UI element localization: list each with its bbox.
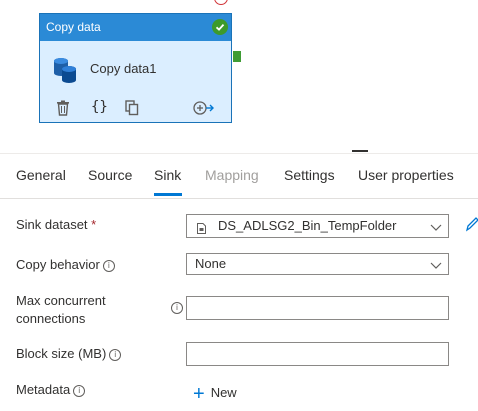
block-size-input[interactable] <box>186 342 449 366</box>
sink-dataset-select[interactable]: DS_ADLSG2_Bin_TempFolder <box>186 214 449 238</box>
copy-behavior-select[interactable]: None <box>186 253 449 275</box>
code-braces-icon[interactable]: {} <box>91 99 108 115</box>
edit-pencil-icon[interactable] <box>465 216 478 237</box>
connection-handle[interactable] <box>214 0 228 5</box>
copy-behavior-value: None <box>195 256 227 271</box>
tab-general[interactable]: General <box>16 167 66 183</box>
copy-icon[interactable] <box>125 100 139 121</box>
tab-user-properties[interactable]: User properties <box>358 167 454 183</box>
chevron-down-icon <box>430 219 442 239</box>
panel-resize-handle[interactable] <box>352 150 368 152</box>
properties-tabs: General Source Sink Mapping Settings Use… <box>0 153 478 199</box>
checkmark-circle-icon <box>212 19 228 35</box>
block-size-label: Block size (MB) i <box>16 346 122 361</box>
copy-activity-card[interactable]: Copy data Copy data1 {} <box>39 13 232 123</box>
chevron-down-icon <box>430 257 442 277</box>
file-icon <box>197 220 206 240</box>
tab-mapping[interactable]: Mapping <box>205 167 259 183</box>
sink-dataset-label: Sink dataset * <box>16 217 97 232</box>
info-icon[interactable]: i <box>109 349 122 361</box>
activity-type-label: Copy data <box>46 20 101 34</box>
pipeline-canvas[interactable]: Copy data Copy data1 {} <box>0 0 478 150</box>
copy-data-icon <box>52 56 80 89</box>
add-output-icon[interactable] <box>193 100 215 121</box>
info-icon[interactable]: i <box>171 302 183 314</box>
required-marker: * <box>91 217 97 232</box>
tab-sink[interactable]: Sink <box>154 167 181 183</box>
info-icon[interactable]: i <box>73 385 86 397</box>
active-tab-indicator <box>154 193 182 196</box>
info-icon[interactable]: i <box>102 260 115 272</box>
activity-header: Copy data <box>40 14 231 41</box>
max-concurrent-input[interactable] <box>186 296 449 320</box>
plus-icon: + <box>193 383 205 405</box>
sink-dataset-value: DS_ADLSG2_Bin_TempFolder <box>218 218 397 233</box>
tab-settings[interactable]: Settings <box>284 167 335 183</box>
success-output-port[interactable] <box>233 51 241 62</box>
max-concurrent-label: Max concurrent connections <box>16 293 106 326</box>
delete-icon[interactable] <box>56 100 70 121</box>
metadata-label: Metadata i <box>16 382 86 397</box>
tab-source[interactable]: Source <box>88 167 132 183</box>
activity-name: Copy data1 <box>90 61 157 76</box>
copy-behavior-label: Copy behavior i <box>16 257 115 272</box>
add-metadata-button[interactable]: + New <box>193 383 237 406</box>
